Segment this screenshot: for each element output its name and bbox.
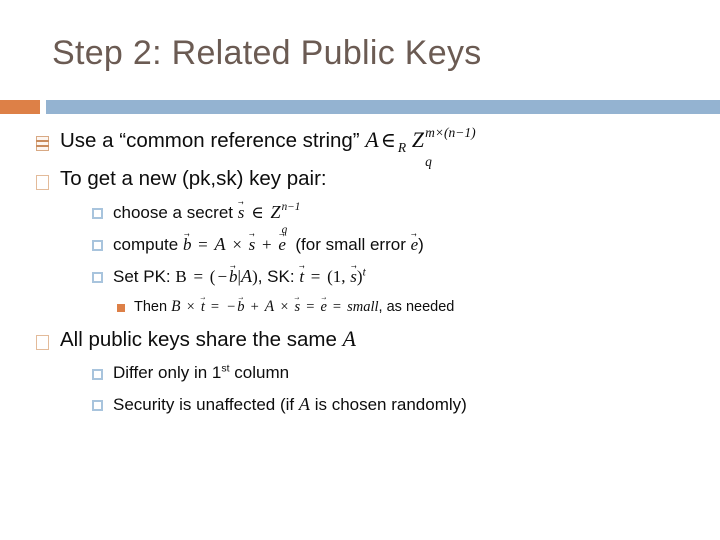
bullet-text-part: ): [418, 235, 424, 255]
page-title: Step 2: Related Public Keys: [52, 34, 482, 72]
blue-square-bullet-icon: [92, 208, 103, 220]
bullet-text-part: Use a “common reference string”: [60, 129, 360, 152]
hollow-square-bullet-icon: [36, 175, 49, 191]
bullet-item-choose-secret: choose a secret s ∈ Zn−1q: [0, 200, 720, 236]
math-vector-b: b: [237, 298, 244, 316]
bullet-text-part: Security is unaffected (if: [113, 395, 295, 415]
math-vector-e: e: [320, 298, 326, 316]
bullet-text-part: , as needed: [378, 299, 455, 316]
math-equals: =: [306, 299, 315, 316]
math-equals: =: [210, 299, 220, 316]
bullet-text-part: is chosen randomly): [314, 395, 467, 415]
math-matrix-a: A: [298, 394, 310, 415]
bullet-text-new-keypair: To get a new (pk,sk) key pair:: [60, 167, 327, 191]
math-plus: +: [262, 235, 272, 255]
bullet-item-new-keypair: To get a new (pk,sk) key pair:: [0, 167, 720, 191]
blue-square-bullet-icon: [92, 240, 103, 252]
math-vector-e: e: [278, 234, 286, 255]
bullet-text-use-crs: Use a “common reference string” A∈ R Zm×(…: [60, 124, 720, 170]
math-superscript-dims: m×(n−1): [425, 124, 476, 140]
math-matrix-a: A: [240, 266, 253, 287]
divider-accent-orange: [0, 100, 40, 114]
ordinal-suffix: st: [221, 362, 230, 375]
math-times: ×: [232, 235, 242, 255]
math-equals: =: [198, 235, 208, 255]
title-divider: [0, 100, 720, 114]
bullet-item-shared-a: All public keys share the same A: [0, 327, 720, 352]
math-vector-s: s: [238, 202, 245, 223]
orange-square-bullet-icon: [117, 304, 125, 313]
bullet-text-part: All public keys share the same: [60, 328, 337, 352]
divider-accent-blue: [46, 100, 720, 114]
label-pk: Set PK:: [113, 267, 171, 287]
blue-square-bullet-icon: [92, 272, 103, 284]
math-vector-t: t: [299, 266, 304, 287]
bullet-text-set-pk-sk: Set PK: B = (−b|A), SK: t = (1, s)t: [113, 266, 720, 287]
bullet-text-part: Then: [134, 299, 168, 316]
bullet-item-security-unaffected: Security is unaffected (if A is chosen r…: [0, 394, 720, 415]
math-subscript-r: R: [397, 140, 407, 156]
bullet-text-then-verify: Then B × t = −b + A × s = e = small, as …: [134, 298, 720, 316]
math-element-of: ∈: [380, 130, 396, 152]
math-matrix-a: A: [214, 234, 226, 255]
math-matrix-b: B: [171, 298, 181, 316]
math-vector-s: s: [249, 234, 256, 255]
math-superscript-transpose: t: [362, 266, 366, 279]
math-comma: ,: [341, 267, 346, 287]
bullet-text-part: Differ only in 1: [113, 363, 222, 383]
slide-body: Use a “common reference string” A∈ R Zm×(…: [0, 124, 720, 423]
math-vector-b: b: [229, 266, 238, 287]
blue-square-bullet-icon: [92, 400, 103, 412]
bullet-text-differ-first-column: Differ only in 1st column: [113, 363, 720, 383]
math-vector-t: t: [201, 298, 205, 316]
math-matrix-b: B: [175, 267, 187, 287]
bullet-text-shared-a: All public keys share the same A: [60, 327, 720, 352]
hollow-square-bullet-icon: [36, 335, 49, 351]
math-equals: =: [332, 299, 342, 316]
bullet-item-compute-b: compute b = A × s + e (for small error e…: [0, 234, 720, 255]
math-ring-z: Z: [411, 128, 425, 152]
slide: Step 2: Related Public Keys Use a “commo…: [0, 0, 720, 540]
math-word-small: small: [347, 299, 379, 316]
math-vector-s: s: [295, 298, 301, 316]
math-matrix-a: A: [264, 298, 275, 316]
math-matrix-a: A: [342, 327, 356, 352]
math-plus: +: [250, 299, 259, 316]
math-matrix-a: A: [365, 128, 379, 152]
blue-square-bullet-icon: [92, 369, 103, 381]
bullet-item-then-verify: Then B × t = −b + A × s = e = small, as …: [0, 298, 720, 316]
bullet-text-part: (for small error: [295, 235, 406, 255]
bullet-text-choose-secret: choose a secret s ∈ Zn−1q: [113, 200, 720, 236]
math-equals: =: [310, 267, 321, 287]
bullet-text-security-unaffected: Security is unaffected (if A is chosen r…: [113, 394, 720, 415]
math-vector-b: b: [183, 234, 192, 255]
math-ring-z: Z: [270, 202, 281, 223]
bullet-text-part: choose a secret: [113, 203, 234, 223]
math-minus: −: [227, 299, 236, 316]
math-superscript-dims: n−1: [281, 200, 301, 213]
bullet-item-differ-first-column: Differ only in 1st column: [0, 363, 720, 383]
math-vector-e: e: [411, 234, 419, 255]
segmented-square-bullet-icon: [36, 136, 49, 151]
label-sk: , SK:: [257, 267, 295, 287]
bullet-text-compute-b: compute b = A × s + e (for small error e…: [113, 234, 720, 255]
math-minus: −: [217, 267, 228, 287]
bullet-text-part: column: [229, 363, 290, 383]
math-times: ×: [186, 299, 195, 316]
bullet-text-part: compute: [113, 235, 179, 255]
bullet-item-use-crs: Use a “common reference string” A∈ R Zm×(…: [0, 124, 720, 170]
math-times: ×: [280, 299, 289, 316]
math-element-of: ∈: [251, 203, 264, 223]
math-equals: =: [193, 267, 204, 287]
bullet-item-set-pk-sk: Set PK: B = (−b|A), SK: t = (1, s)t: [0, 266, 720, 287]
math-vector-s: s: [350, 266, 357, 287]
